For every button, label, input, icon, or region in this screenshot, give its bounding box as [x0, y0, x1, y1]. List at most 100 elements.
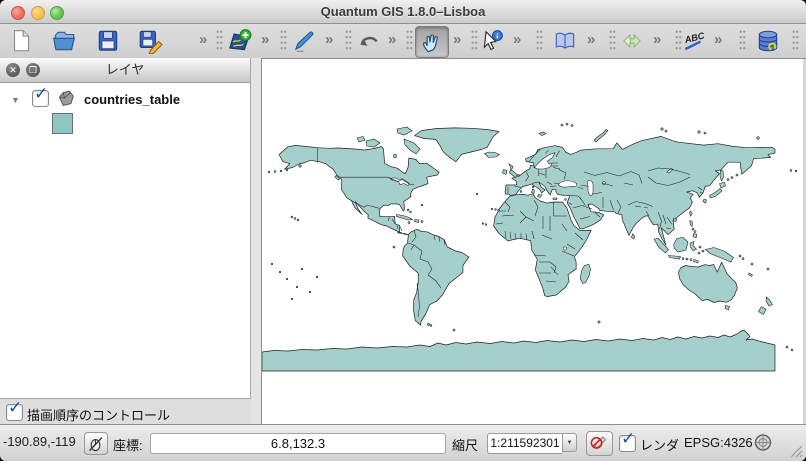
scale-value[interactable]: 1:211592301: [487, 433, 562, 454]
sakhalin: [720, 170, 724, 181]
greenland: [415, 128, 500, 162]
layer-visibility-checkbox[interactable]: ✓: [32, 90, 49, 107]
save-project-button[interactable]: [95, 28, 121, 54]
toolbar-overflow-chevron[interactable]: »: [388, 32, 396, 48]
mouse-position-readout: -190.89,-119: [3, 434, 84, 449]
toolbar-overflow-chevron[interactable]: »: [587, 32, 595, 48]
map-canvas[interactable]: [261, 58, 803, 424]
layers-panel: ✕ ❐ レイヤ ▼ ✓ countries_table: [0, 58, 251, 398]
banks-island: [357, 137, 365, 143]
undo-arrow-icon: [356, 28, 382, 54]
layers-panel-title: レイヤ: [0, 58, 250, 82]
toolbar-separator: [536, 30, 543, 52]
sardinia: [532, 189, 535, 194]
crs-selector-button[interactable]: [751, 431, 777, 454]
check-icon: ✓: [8, 398, 22, 418]
open-folder-icon: [51, 28, 77, 54]
open-project-button[interactable]: [51, 28, 77, 54]
nz-south-island: [759, 307, 767, 315]
taiwan: [690, 211, 693, 216]
toolbar-overflow-chevron[interactable]: »: [513, 32, 521, 48]
crs-status: EPSG:4326: [684, 435, 753, 450]
coordinate-input[interactable]: [150, 433, 446, 454]
toolbar-overflow-chevron[interactable]: »: [653, 32, 661, 48]
zoom-history-arrows-icon: [619, 28, 645, 54]
sulawesi: [690, 242, 697, 251]
toolbar-overflow-chevron[interactable]: »: [714, 32, 722, 48]
new-caledonia: [749, 273, 753, 277]
sicily: [538, 195, 543, 198]
java: [669, 256, 681, 260]
tasmania: [725, 306, 730, 311]
toolbar-separator: [792, 30, 799, 52]
stop-rendering-button[interactable]: [586, 431, 613, 456]
hokkaido: [720, 183, 726, 189]
database-button[interactable]: [755, 28, 781, 54]
hainan: [673, 219, 677, 222]
status-bar: -190.89,-119 座標: 縮尺 1:211592301 ▼ ✓ レンダ …: [0, 424, 806, 461]
render-order-label: 描画順序のコントロール: [27, 405, 170, 424]
sri-lanka: [632, 234, 635, 239]
abc-label-icon: ABC: [681, 28, 707, 54]
mouse-tracking-icon: [86, 434, 105, 453]
identify-cursor-icon: [479, 28, 505, 54]
toolbar-overflow-chevron[interactable]: »: [199, 32, 207, 48]
bookmark-button[interactable]: [552, 28, 578, 54]
great-britain: [509, 164, 520, 177]
toolbar-overflow-chevron[interactable]: »: [261, 32, 269, 48]
main-toolbar: » » » » » » » » ABC »: [0, 24, 806, 59]
layer-item-countries-table[interactable]: ▼ ✓ countries_table: [0, 89, 250, 111]
scale-combobox[interactable]: 1:211592301 ▼: [487, 433, 577, 452]
caspian-sea: [588, 181, 594, 196]
antarctica: [262, 330, 775, 371]
layers-tree: ▼ ✓ countries_table: [0, 83, 250, 398]
ireland: [503, 170, 508, 175]
scale-label: 縮尺: [452, 435, 478, 454]
app-window: Quantum GIS 1.8.0–Lisboa » » » » » » » »…: [0, 0, 806, 461]
kyushu: [703, 199, 707, 203]
toolbar-overflow-chevron[interactable]: »: [453, 32, 461, 48]
novaya-zemlya: [594, 130, 608, 143]
victoria-island: [366, 139, 380, 147]
render-checkbox[interactable]: ✓: [619, 435, 636, 452]
hispaniola: [415, 220, 420, 223]
madagascar: [580, 264, 590, 283]
honshu: [710, 189, 723, 199]
add-vector-layer-button[interactable]: [226, 28, 252, 54]
layer-name: countries_table: [84, 92, 180, 107]
toolbar-separator: [406, 30, 413, 52]
stop-render-icon: [588, 433, 609, 452]
coordinate-label: 座標:: [113, 435, 143, 454]
title-bar: Quantum GIS 1.8.0–Lisboa: [0, 0, 806, 24]
resize-grip[interactable]: [790, 445, 803, 458]
check-icon: ✓: [621, 429, 635, 449]
toolbar-separator: [216, 30, 223, 52]
cuba: [397, 215, 413, 221]
add-layer-icon: [226, 28, 252, 54]
expand-triangle-icon[interactable]: ▼: [11, 95, 20, 105]
dropdown-arrow-icon[interactable]: ▼: [562, 433, 577, 452]
layer-symbol-swatch[interactable]: [52, 113, 73, 134]
timor: [694, 260, 699, 264]
pan-map-button[interactable]: [415, 26, 449, 58]
save-project-as-button[interactable]: [137, 28, 163, 54]
render-order-checkbox[interactable]: ✓: [6, 404, 23, 421]
toolbar-separator: [609, 30, 616, 52]
luzon: [690, 221, 693, 227]
zoom-history-button[interactable]: [619, 28, 645, 54]
save-as-icon: [137, 28, 163, 54]
identify-features-button[interactable]: [479, 28, 505, 54]
undo-button[interactable]: [356, 28, 382, 54]
toggle-mouse-tracking-button[interactable]: [84, 432, 108, 455]
panel-splitter[interactable]: [251, 58, 261, 424]
abc-label-text: ABC: [683, 30, 706, 45]
world-map: [262, 59, 803, 424]
toolbar-overflow-chevron[interactable]: »: [325, 32, 333, 48]
lake-victoria: [563, 247, 566, 250]
labeling-button[interactable]: ABC: [681, 28, 707, 54]
toolbar-separator: [280, 30, 287, 52]
new-project-button[interactable]: [8, 28, 34, 54]
edit-tool-button[interactable]: [291, 28, 317, 54]
toolbar-separator: [471, 30, 478, 52]
pencil-icon: [291, 28, 317, 54]
